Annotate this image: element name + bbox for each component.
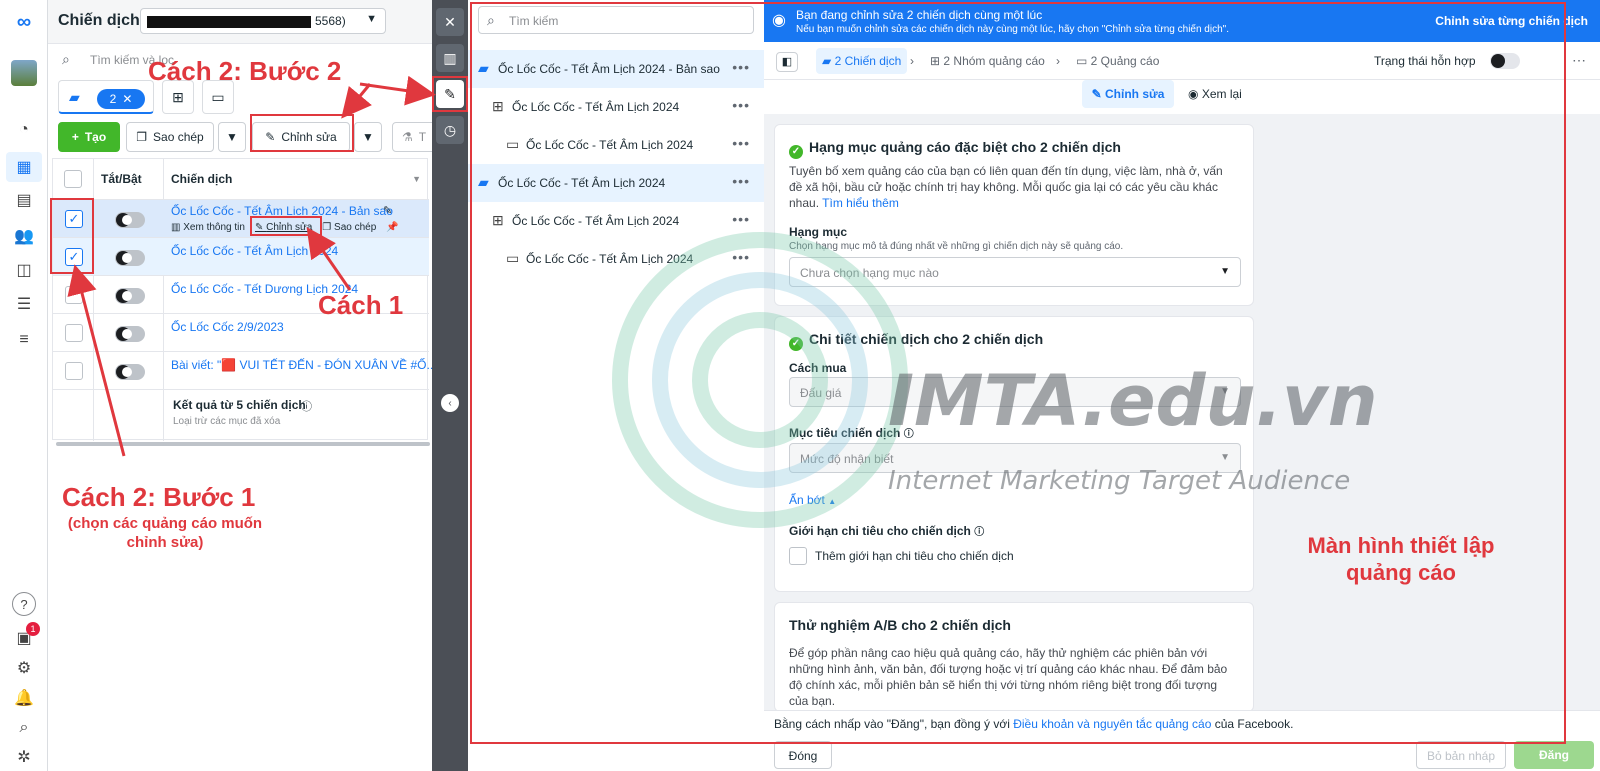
copy-button[interactable]: ❐ Sao chép [126,122,214,152]
table-row[interactable]: ✓ Ốc Lốc Cốc - Tết Âm Lịch 2024 - Bản sao… [53,199,429,237]
flask-icon: ⚗ [401,130,413,144]
campaign-list-panel: Chiến dịch 5568) ▼ ⌕ Tìm kiếm và lọc ▰ 2… [48,0,440,771]
header-campaign-label: Chiến dịch [171,172,233,186]
view-details-label: Xem thông tin [183,222,245,233]
plus-icon: + [71,130,79,144]
pencil-icon[interactable]: ✎ [383,204,392,217]
bug-icon[interactable]: ✲ [12,745,36,769]
header-toggle: Tắt/Bật [101,172,142,186]
adset-grid-icon: ⊞ [172,88,184,105]
global-nav-rail: ∞ ◔ ▦ ▤ 👥 ◫ ☰ ≡ ? ▣ 1 ⚙ 🔔 ⌕ ✲ [0,0,48,771]
annotation-step1-sub: (chọn các quảng cáo muốn chỉnh sửa) [67,515,263,551]
table-row[interactable]: Bài viết: "🟥 VUI TẾT ĐẾN - ĐÓN XUÂN VỀ #… [53,351,436,389]
pencil-highlight-box [432,76,468,112]
row-copy-label: Sao chép [334,222,377,233]
copy-icon: ❐ [136,130,148,144]
copy-label: Sao chép [153,130,204,144]
page-title: Chiến dịch [58,12,140,29]
copy-dropdown-button[interactable]: ▼ [218,122,246,152]
row-checkbox[interactable] [65,362,83,380]
notification-badge: 1 [26,622,40,636]
selected-count: 2 [109,92,117,106]
campaign-name-link[interactable]: Bài viết: "🟥 VUI TẾT ĐẾN - ĐÓN XUÂN VỀ #… [171,358,436,372]
campaign-header: Chiến dịch 5568) ▼ [48,0,440,44]
create-button[interactable]: + Tạo [58,122,120,152]
summary-sub: Loại trừ các mục đã xóa [173,416,281,427]
discard-draft-button[interactable]: Bỏ bản nháp [1416,741,1506,769]
selected-count-pill[interactable]: 2 ✕ [97,89,145,109]
row-toggle[interactable] [115,288,145,304]
ads-library-icon[interactable]: ◫ [12,258,36,282]
copy-icon: ❐ [322,222,335,233]
row-toggle[interactable] [115,212,145,228]
header-campaign[interactable]: Chiến dịch ▼ [171,159,421,199]
billing-icon[interactable]: ☰ [12,292,36,316]
editor-highlight-box [470,2,1566,744]
summary-row: Kết quả từ 5 chiến dịch ⓘ Loại trừ các m… [53,389,429,441]
annotation-screen: Màn hình thiết lập quảng cáo [1307,533,1495,585]
pin-icon[interactable]: 📌 [386,222,398,233]
caret-down-icon: ▼ [362,130,374,144]
settings-icon[interactable]: ⚙ [12,656,36,680]
info-icon[interactable]: ⓘ [301,398,312,414]
ab-test-button[interactable]: ⚗ T [392,122,436,152]
close-button[interactable]: Đóng [774,741,832,769]
redacted-account-name [147,16,311,28]
publish-button[interactable]: Đăng [1514,741,1594,769]
row-checkbox[interactable] [65,324,83,342]
menu-icon[interactable]: ≡ [12,328,36,352]
bell-icon[interactable]: 🔔 [12,686,36,710]
meta-logo-icon[interactable]: ∞ [12,10,36,34]
editor-side-strip: ✕ ▥ ✎ ◷ ‹ [432,0,468,771]
row-toggle[interactable] [115,250,145,266]
caret-down-icon: ▼ [226,130,238,144]
dashboard-icon[interactable]: ◔ [12,118,36,142]
close-icon[interactable]: ✕ [436,8,464,36]
account-selector[interactable]: 5568) ▼ [140,8,386,34]
sort-icon[interactable]: ▼ [412,174,421,184]
edit-dropdown-button[interactable]: ▼ [354,122,382,152]
search-icon[interactable]: ⌕ [12,716,36,740]
select-all-checkbox[interactable] [64,170,82,188]
chart-icon: ▥ [171,222,184,233]
collapse-icon[interactable]: ‹ [441,394,459,412]
summary-title: Kết quả từ 5 chiến dịch [173,398,306,412]
campaign-name-link[interactable]: Ốc Lốc Cốc 2/9/2023 [171,320,284,334]
annotation-step1: Cách 2: Bước 1 [62,482,256,512]
row-toggle[interactable] [115,364,145,380]
ab-test-label: T [418,130,427,144]
horizontal-scrollbar[interactable] [56,442,430,446]
annotation-step2: Cách 2: Bước 2 [148,56,342,86]
row-edit-highlight-box [250,216,322,236]
campaigns-table-icon[interactable]: ▦ [6,152,42,182]
chevron-down-icon: ▼ [366,13,377,25]
view-details-action[interactable]: ▥ Xem thông tin [171,222,245,233]
create-label: Tạo [84,130,107,144]
edit-button-highlight-box [250,114,354,152]
pages-icon[interactable]: ▤ [12,188,36,212]
campaign-name-link[interactable]: Ốc Lốc Cốc - Tết Âm Lịch 2024 [171,244,338,258]
table-row[interactable]: ✓ Ốc Lốc Cốc - Tết Âm Lịch 2024 [53,237,429,275]
help-icon[interactable]: ? [12,592,36,616]
annotation-way1: Cách 1 [318,290,404,320]
chart-icon[interactable]: ▥ [436,44,464,72]
close-icon[interactable]: ✕ [122,92,132,106]
tab-campaigns[interactable]: ▰ 2 ✕ [58,80,154,114]
checkbox-highlight-box [50,198,94,274]
row-toggle[interactable] [115,326,145,342]
history-icon[interactable]: ◷ [436,116,464,144]
row-checkbox[interactable] [65,286,83,304]
row-copy-action[interactable]: ❐ Sao chép [322,222,376,233]
profile-avatar[interactable] [11,60,37,86]
account-id-suffix: 5568) [315,14,346,28]
ad-icon: ▭ [211,88,225,105]
audience-icon[interactable]: 👥 [12,224,36,248]
search-icon: ⌕ [62,51,70,67]
folder-icon: ▰ [69,89,80,105]
header-select-cell [53,159,93,199]
more-icon[interactable]: ⋯ [1572,52,1586,69]
